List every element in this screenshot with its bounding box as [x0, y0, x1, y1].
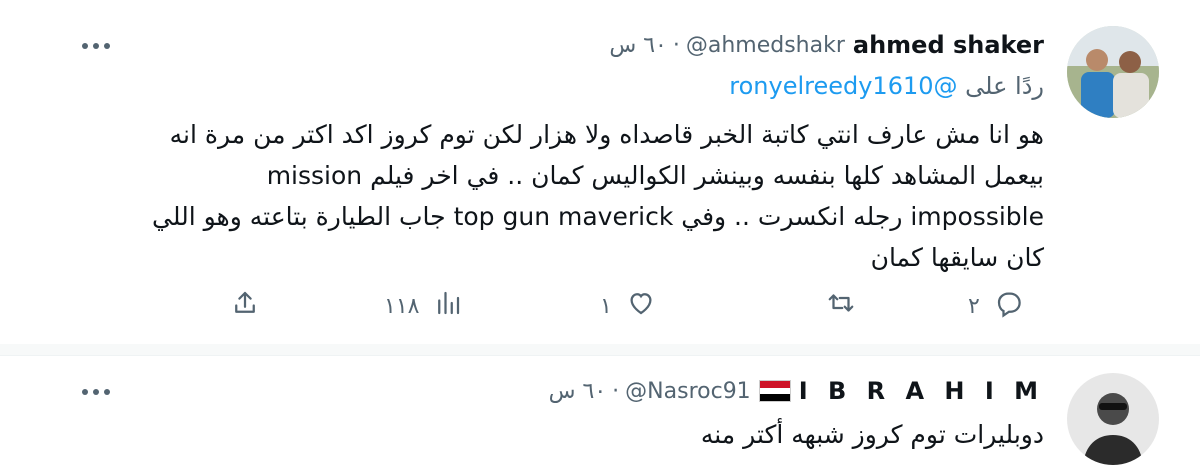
- like-count: ١: [600, 293, 612, 319]
- share-button[interactable]: [230, 284, 260, 328]
- retweet-icon: [826, 288, 856, 324]
- tweet-1[interactable]: ahmed shaker @ahmedshakr · ٦٠ س ردًا على…: [0, 0, 1200, 345]
- author-name[interactable]: ahmed shaker: [853, 31, 1044, 59]
- separator-dot: ·: [672, 32, 680, 58]
- author-handle[interactable]: @ahmedshakr: [686, 33, 845, 58]
- reply-mention-link[interactable]: @ronyelreedy1610: [729, 72, 957, 100]
- tweet-text-line: دوبليرات توم كروز شبهه أكتر منه: [700, 420, 1044, 449]
- tweet-divider: [0, 344, 1200, 355]
- reply-prefix: ردًا على: [965, 72, 1044, 100]
- replying-to: ردًا على @ronyelreedy1610: [729, 72, 1044, 100]
- share-icon: [230, 288, 260, 324]
- retweet-button[interactable]: [812, 284, 856, 328]
- avatar[interactable]: [1067, 373, 1159, 465]
- tweet-header: ahmed shaker @ahmedshakr · ٦٠ س: [609, 28, 1044, 62]
- reply-count: ٢: [968, 293, 980, 319]
- like-icon: [626, 288, 656, 324]
- reply-button[interactable]: ٢: [968, 284, 1024, 328]
- tweet-text: دوبليرات توم كروز شبهه أكتر منه: [64, 416, 1044, 454]
- timestamp[interactable]: ٦٠ س: [609, 33, 667, 58]
- tweet-header: I B R A H I M @Nasroc91 · ٦٠ س: [549, 374, 1044, 408]
- avatar[interactable]: [1067, 26, 1159, 118]
- timestamp[interactable]: ٦٠ س: [549, 379, 607, 404]
- tweet-text-line: هو انا مش عارف انتي كاتبة الخبر قاصداه و…: [169, 120, 1044, 149]
- like-button[interactable]: ١: [600, 284, 656, 328]
- more-icon[interactable]: [78, 28, 114, 64]
- separator-dot: ·: [612, 378, 620, 404]
- tweet-2[interactable]: I B R A H I M @Nasroc91 · ٦٠ س دوبليرات …: [0, 355, 1200, 468]
- tweet-text-line: بيعمل المشاهد كلها بنفسه وبينشر الكواليس…: [266, 161, 1044, 190]
- more-icon[interactable]: [78, 374, 114, 410]
- tweet-actions: ٢ ١ ١١٨: [0, 284, 1200, 328]
- reply-icon: [994, 288, 1024, 324]
- egypt-flag-icon: [758, 380, 791, 402]
- tweet-text-line: كان سايقها كمان: [870, 243, 1044, 272]
- tweet-text-line: impossible رجله انكسرت .. وفي top gun ma…: [152, 202, 1044, 231]
- author-handle[interactable]: @Nasroc91: [625, 379, 751, 404]
- views-icon: [433, 288, 463, 324]
- tweet-text: هو انا مش عارف انتي كاتبة الخبر قاصداه و…: [64, 114, 1044, 278]
- views-button[interactable]: ١١٨: [384, 284, 463, 328]
- views-count: ١١٨: [384, 293, 420, 319]
- author-name[interactable]: I B R A H I M: [799, 377, 1044, 405]
